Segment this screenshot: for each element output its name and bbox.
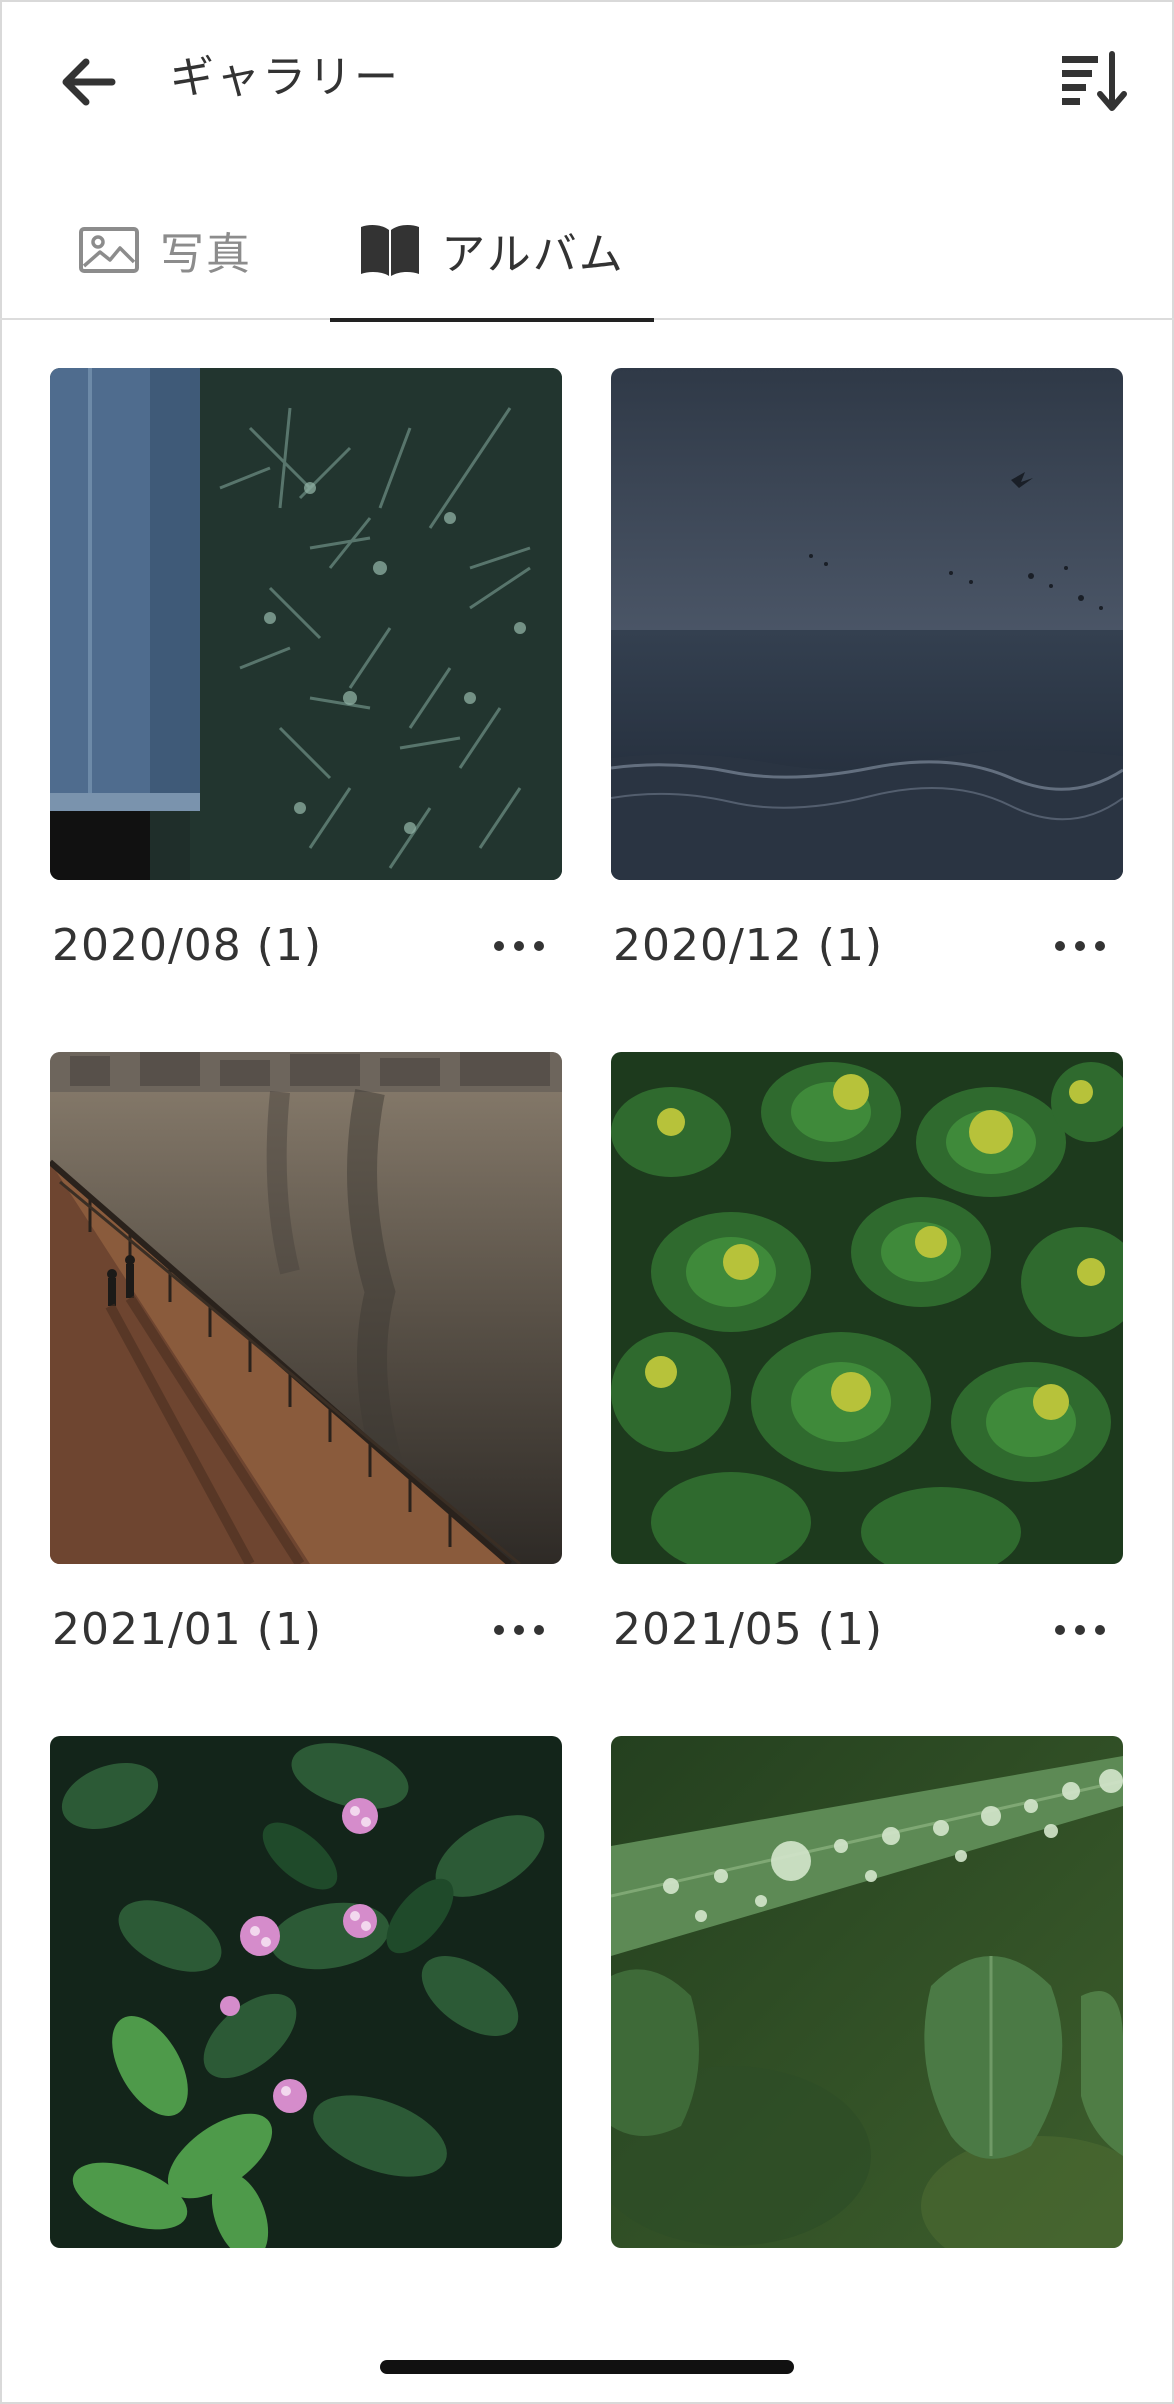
arrow-left-icon [62,58,116,106]
sort-descending-icon [1062,51,1127,111]
album-caption-row: 2021/01 (1) [50,1600,562,1660]
more-horizontal-icon [494,941,544,951]
album-caption: 2020/12 (1) [613,920,884,971]
tab-albums[interactable]: アルバム [330,180,654,322]
album-more-button[interactable] [1045,1608,1115,1652]
album-caption: 2021/05 (1) [613,1604,884,1655]
back-button[interactable] [48,42,128,122]
album-caption-row: 2020/12 (1) [611,916,1123,976]
album-card[interactable]: 2021/01 (1) [50,1052,562,1655]
album-caption: 2020/08 (1) [52,920,323,971]
album-more-button[interactable] [484,924,554,968]
album-caption: 2021/01 (1) [52,1604,323,1655]
dark-sea-and-birds-photo[interactable] [611,368,1123,880]
tab-photos[interactable]: 写真 [78,180,252,320]
album-card[interactable] [50,1736,562,2248]
tab-bar: 写真 アルバム [0,180,1174,322]
home-indicator[interactable] [380,2360,794,2374]
image-icon [79,227,139,273]
app-header: ギャラリー [0,0,1174,160]
album-card[interactable]: 2021/05 (1) [611,1052,1123,1655]
more-horizontal-icon [494,1625,544,1635]
tab-albums-label: アルバム [441,229,625,280]
album-card[interactable]: 2020/08 (1) [50,368,562,971]
green-succulent-plants-photo[interactable] [611,1052,1123,1564]
riverside-walkway-photo[interactable] [50,1052,562,1564]
more-horizontal-icon [1055,1625,1105,1635]
jeans-and-green-plants-photo[interactable] [50,368,562,880]
tab-photos-label: 写真 [160,229,252,280]
book-open-icon [361,225,420,276]
album-more-button[interactable] [484,1608,554,1652]
pink-flower-buds-photo[interactable] [50,1736,562,2248]
album-caption-row: 2021/05 (1) [611,1600,1123,1660]
album-card[interactable] [611,1736,1123,2248]
more-horizontal-icon [1055,941,1105,951]
dew-drops-on-leaf-photo[interactable] [611,1736,1123,2248]
album-more-button[interactable] [1045,924,1115,968]
album-card[interactable]: 2020/12 (1) [611,368,1123,971]
page-title: ギャラリー [170,52,400,103]
sort-button[interactable] [1054,42,1134,122]
album-caption-row: 2020/08 (1) [50,916,562,976]
